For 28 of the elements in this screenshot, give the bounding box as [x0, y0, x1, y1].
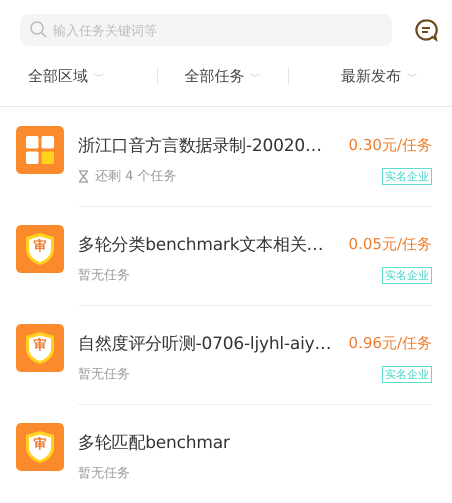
task-status: 还剩 4 个任务 — [95, 168, 177, 185]
task-price: 0.96元/任务 — [348, 334, 432, 352]
task-status: 暂无任务 — [78, 366, 130, 383]
filter-dropdown[interactable]: 全部任务 ﹀ — [158, 66, 288, 86]
verified-company-tag: 实名企业 — [382, 366, 432, 382]
task-status: 暂无任务 — [78, 465, 130, 482]
search-icon — [30, 21, 47, 38]
search-field[interactable]: 输入任务关键词等 — [20, 14, 392, 46]
app-icon — [16, 126, 64, 174]
shield-icon: 审 — [16, 324, 64, 372]
caret-icon: ﹀ — [250, 68, 262, 84]
task-title[interactable]: 浙江口音方言数据录制-20020… — [78, 134, 322, 156]
filter-dropdown[interactable]: 全部区域 ﹀ — [0, 66, 158, 86]
task-title[interactable]: 多轮匹配benchmar — [78, 430, 230, 454]
task-price: 0.30元/任务 — [348, 136, 432, 154]
task-title[interactable]: 多轮分类benchmark文本相关… — [78, 232, 324, 256]
chat-icon[interactable] — [414, 18, 438, 42]
verified-company-tag: 实名企业 — [382, 168, 432, 184]
task-status: 暂无任务 — [78, 267, 130, 284]
caret-icon: ﹀ — [406, 68, 418, 84]
task-title[interactable]: 自然度评分听测-0706-ljyhl-aiy… — [78, 332, 332, 354]
verified-company-tag: 实名企业 — [382, 266, 432, 284]
filter-dropdown[interactable]: 最新发布 ﹀ — [288, 66, 452, 86]
hourglass-icon — [78, 170, 89, 182]
task-price: 0.05元/任务 — [348, 234, 432, 254]
shield-icon: 审 — [16, 423, 64, 471]
shield-icon: 审 — [16, 225, 64, 273]
caret-icon: ﹀ — [94, 68, 105, 84]
